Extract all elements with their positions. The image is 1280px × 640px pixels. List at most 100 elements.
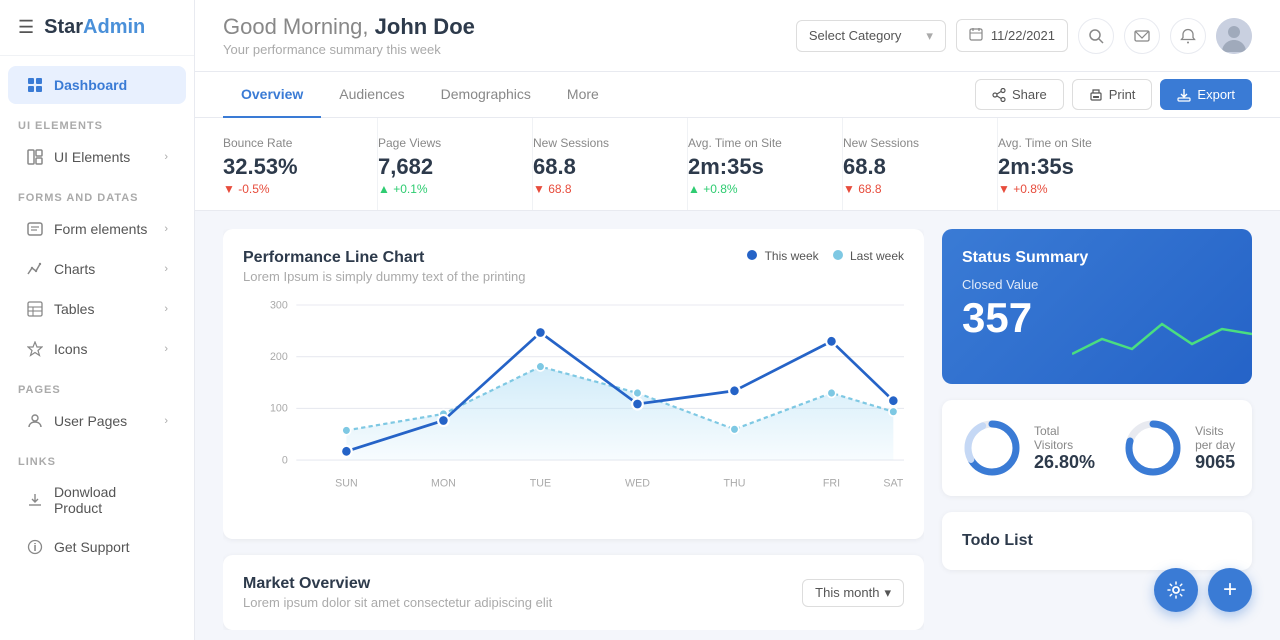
chart-title: Performance Line Chart <box>243 249 526 267</box>
sidebar-item-icons[interactable]: Icons › <box>8 330 186 368</box>
stat-bounce-rate: Bounce Rate 32.53% ▼ -0.5% <box>223 118 378 210</box>
chart-area: 300 200 100 0 SUN MON TUE WED THU FRI SA… <box>243 294 904 519</box>
total-visitors-value: 26.80% <box>1034 452 1095 473</box>
header-right: Select Category ▾ 11/22/2021 <box>796 18 1252 54</box>
svg-text:MON: MON <box>431 477 456 489</box>
date-value: 11/22/2021 <box>991 28 1055 43</box>
subtitle: Your performance summary this week <box>223 42 475 57</box>
svg-text:THU: THU <box>724 477 746 489</box>
share-button[interactable]: Share <box>975 79 1064 110</box>
visits-per-day-label: Visits per day <box>1195 424 1235 452</box>
tab-demographics[interactable]: Demographics <box>423 72 549 118</box>
svg-text:0: 0 <box>282 454 288 466</box>
stat-label: Avg. Time on Site <box>688 136 814 150</box>
category-placeholder: Select Category <box>809 28 902 43</box>
tab-overview[interactable]: Overview <box>223 72 321 118</box>
stat-label: Avg. Time on Site <box>998 136 1125 150</box>
todo-card: Todo List <box>942 512 1252 570</box>
main-area: Good Morning, John Doe Your performance … <box>195 0 1280 640</box>
chevron-right-icon: › <box>164 343 168 355</box>
chevron-right-icon: › <box>164 223 168 235</box>
svg-text:100: 100 <box>270 403 288 415</box>
left-panel: Performance Line Chart Lorem Ipsum is si… <box>223 229 924 630</box>
section-label-forms: FORMS AND DATAS <box>0 178 194 208</box>
total-visitors-section: Total Visitors 26.80% <box>962 418 1095 478</box>
export-label: Export <box>1197 87 1235 102</box>
sidebar: ☰ StarAdmin Dashboard UI ELEMENTS UI Ele… <box>0 0 195 640</box>
section-label-links: LINKS <box>0 442 194 472</box>
sidebar-item-label: Form elements <box>54 221 147 237</box>
calendar-icon <box>969 27 983 44</box>
stat-change: ▼ 68.8 <box>843 182 969 196</box>
closed-label: Closed Value <box>962 277 1232 292</box>
settings-fab[interactable] <box>1154 568 1198 612</box>
chart-card-header: Performance Line Chart Lorem Ipsum is si… <box>243 249 904 284</box>
support-icon: i <box>26 538 44 556</box>
notification-button[interactable] <box>1170 18 1206 54</box>
market-overview-card: Market Overview Lorem ipsum dolor sit am… <box>223 555 924 630</box>
sidebar-item-form-elements[interactable]: Form elements › <box>8 210 186 248</box>
sidebar-item-download[interactable]: Donwload Product <box>8 474 186 526</box>
stat-value: 32.53% <box>223 154 349 180</box>
right-panel: Status Summary Closed Value 357 <box>942 229 1252 630</box>
stat-value: 7,682 <box>378 154 504 180</box>
donut-svg-2 <box>1123 418 1183 478</box>
section-label-ui-elements: UI ELEMENTS <box>0 106 194 136</box>
stat-new-sessions-2: New Sessions 68.8 ▼ 68.8 <box>843 118 998 210</box>
month-filter[interactable]: This month ▾ <box>802 579 904 607</box>
svg-text:300: 300 <box>270 299 288 311</box>
status-summary-card: Status Summary Closed Value 357 <box>942 229 1252 384</box>
content-scroll: Overview Audiences Demographics More Sha… <box>195 72 1280 640</box>
chevron-down-icon: ▾ <box>926 28 933 44</box>
date-picker[interactable]: 11/22/2021 <box>956 19 1068 52</box>
stat-avg-time-1: Avg. Time on Site 2m:35s ▲ +0.8% <box>688 118 843 210</box>
tab-audiences[interactable]: Audiences <box>321 72 422 118</box>
market-subtitle: Lorem ipsum dolor sit amet consectetur a… <box>243 595 552 610</box>
logo-admin: Admin <box>83 16 145 38</box>
mail-button[interactable] <box>1124 18 1160 54</box>
status-title: Status Summary <box>962 249 1232 267</box>
ui-icon <box>26 148 44 166</box>
category-select[interactable]: Select Category ▾ <box>796 20 946 52</box>
sidebar-item-label: Tables <box>54 301 94 317</box>
stat-value: 2m:35s <box>688 154 814 180</box>
svg-text:200: 200 <box>270 351 288 363</box>
market-header: Market Overview Lorem ipsum dolor sit am… <box>243 575 904 610</box>
sidebar-item-ui-elements[interactable]: UI Elements › <box>8 138 186 176</box>
chevron-right-icon: › <box>164 303 168 315</box>
sidebar-item-support[interactable]: i Get Support <box>8 528 186 566</box>
chevron-right-icon: › <box>164 415 168 427</box>
tab-more[interactable]: More <box>549 72 617 118</box>
sidebar-item-tables[interactable]: Tables › <box>8 290 186 328</box>
stat-new-sessions-1: New Sessions 68.8 ▼ 68.8 <box>533 118 688 210</box>
export-button[interactable]: Export <box>1160 79 1252 110</box>
avatar[interactable] <box>1216 18 1252 54</box>
svg-text:WED: WED <box>625 477 650 489</box>
user-icon <box>26 412 44 430</box>
chart-subtitle: Lorem Ipsum is simply dummy text of the … <box>243 269 526 284</box>
stat-change: ▼ +0.8% <box>998 182 1125 196</box>
stat-change: ▲ +0.8% <box>688 182 814 196</box>
chevron-down-icon: ▾ <box>884 585 891 601</box>
sidebar-item-user-pages[interactable]: User Pages › <box>8 402 186 440</box>
hamburger-icon[interactable]: ☰ <box>18 17 34 38</box>
stat-change: ▼ 68.8 <box>533 182 659 196</box>
legend-label-this-week: This week <box>765 249 819 263</box>
header-left: Good Morning, John Doe Your performance … <box>223 14 475 57</box>
chevron-right-icon: › <box>164 263 168 275</box>
svg-text:i: i <box>33 542 36 554</box>
tabs-bar: Overview Audiences Demographics More Sha… <box>195 72 1280 118</box>
print-button[interactable]: Print <box>1072 79 1153 110</box>
stat-value: 68.8 <box>533 154 659 180</box>
form-icon <box>26 220 44 238</box>
sidebar-item-label: Donwload Product <box>54 484 168 516</box>
add-fab[interactable]: + <box>1208 568 1252 612</box>
todo-title: Todo List <box>962 532 1232 550</box>
legend-dot-this-week <box>747 250 757 260</box>
sidebar-item-dashboard[interactable]: Dashboard <box>8 66 186 104</box>
search-button[interactable] <box>1078 18 1114 54</box>
sidebar-logo: ☰ StarAdmin <box>0 0 194 56</box>
sidebar-item-label: Get Support <box>54 539 130 555</box>
market-title: Market Overview <box>243 575 552 593</box>
sidebar-item-charts[interactable]: Charts › <box>8 250 186 288</box>
